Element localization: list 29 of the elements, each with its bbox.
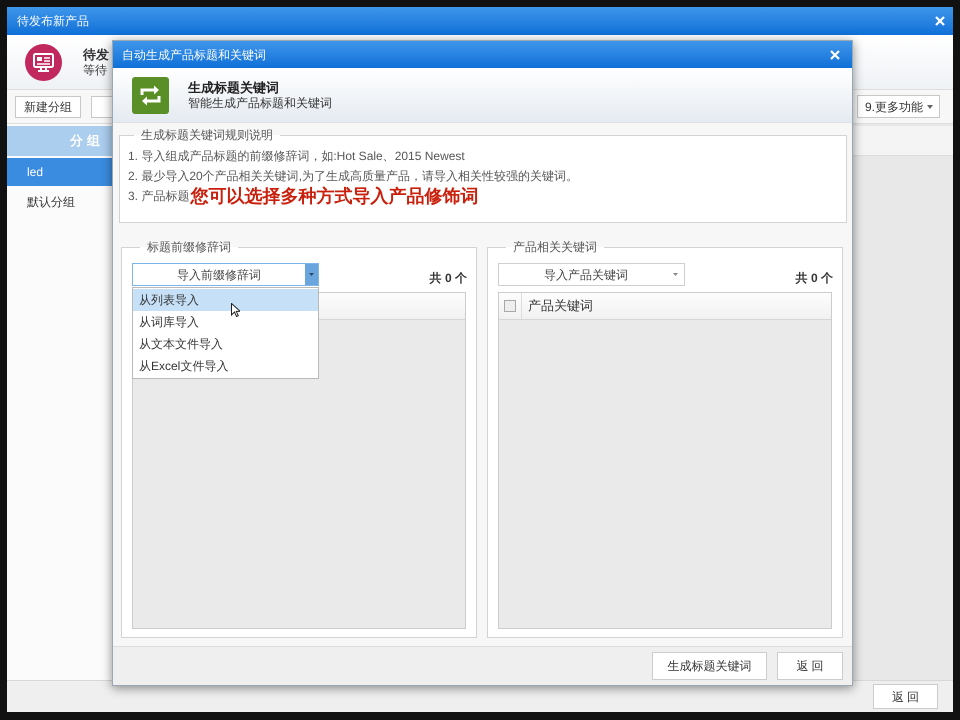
dialog-heading: 生成标题关键词 [188, 80, 280, 96]
window-title: 待发布新产品 [17, 14, 89, 28]
repeat-icon [132, 76, 169, 114]
mouse-cursor-icon [231, 303, 240, 317]
monitor-icon [25, 44, 62, 80]
close-icon[interactable] [830, 50, 840, 60]
page-subtitle: 等待 [83, 62, 108, 78]
menu-item[interactable]: 从列表导入 [133, 289, 318, 311]
back-button[interactable]: 返 回 [873, 684, 938, 709]
column-header: 产品关键词 [527, 298, 593, 314]
item-count: 共 0 个 [430, 271, 467, 285]
caret-icon [673, 273, 678, 276]
import-dropdown[interactable]: 导入前缀修辞词 [132, 263, 319, 286]
dialog-button[interactable]: 生成标题关键词 [652, 652, 767, 680]
dialog-subheading: 智能生成产品标题和关键词 [188, 96, 332, 110]
toolbar-button[interactable]: 新建分组 [15, 96, 81, 118]
rule-text: 3. 产品标题 [128, 189, 190, 203]
more-functions-dropdown[interactable]: 9.更多功能 [857, 95, 940, 118]
dialog-title: 自动生成产品标题和关键词 [122, 48, 266, 62]
close-icon[interactable] [935, 16, 945, 26]
page-title: 待发 [83, 46, 109, 62]
group-legend: 标题前缀修辞词 [140, 240, 238, 254]
caption-text: 您可以选择多种方式导入产品修饰词 [190, 186, 478, 206]
caret-icon [927, 104, 933, 108]
import-dropdown[interactable]: 导入产品关键词 [498, 263, 685, 286]
group-legend: 产品相关关键词 [506, 240, 604, 254]
item-count: 共 0 个 [796, 271, 833, 285]
checkbox[interactable] [504, 300, 516, 312]
dialog-button[interactable]: 返 回 [777, 652, 843, 680]
